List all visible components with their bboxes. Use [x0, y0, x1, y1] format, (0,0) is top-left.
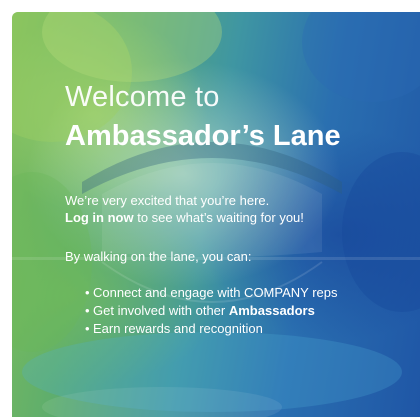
list-item: Get involved with other Ambassadors: [85, 302, 405, 320]
benefit-text: Earn rewards and recognition: [93, 321, 263, 336]
page: Welcome to Ambassador’s Lane We’re very …: [0, 0, 420, 417]
list-item: Connect and engage with COMPANY reps: [85, 284, 405, 302]
login-link[interactable]: Log in now: [65, 210, 134, 225]
intro-text: We’re very excited that you’re here.: [65, 193, 270, 208]
intro-paragraph: We’re very excited that you’re here. Log…: [65, 192, 405, 226]
list-item: Earn rewards and recognition: [85, 320, 405, 338]
benefit-text: Connect and engage with COMPANY reps: [93, 285, 338, 300]
welcome-title-prefix: Welcome to: [65, 81, 220, 113]
benefit-emphasis: Ambassadors: [228, 303, 315, 318]
login-sentence: Log in now to see what’s waiting for you…: [65, 209, 405, 226]
benefits-list: Connect and engage with COMPANY reps Get…: [65, 284, 405, 338]
welcome-content: Welcome to Ambassador’s Lane We’re very …: [65, 80, 405, 338]
welcome-hero-card: Welcome to Ambassador’s Lane We’re very …: [12, 12, 420, 417]
benefits-lead-text: By walking on the lane, you can:: [65, 249, 252, 264]
benefit-text: Get involved with other: [93, 303, 229, 318]
login-suffix-text: to see what’s waiting for you!: [133, 210, 304, 225]
welcome-title-name: Ambassador’s Lane: [65, 120, 341, 152]
